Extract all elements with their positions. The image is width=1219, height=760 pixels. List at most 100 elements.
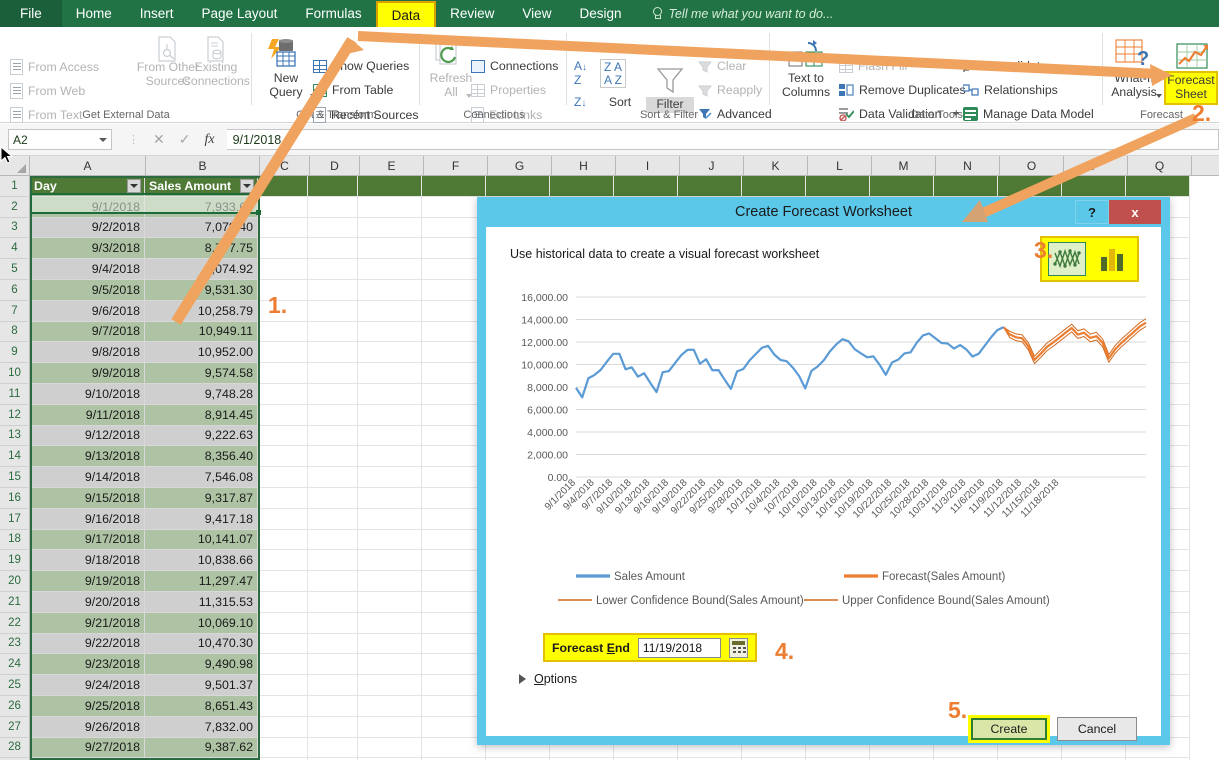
row-header[interactable]: 1	[0, 176, 30, 197]
column-header-J[interactable]: J	[680, 156, 744, 175]
cell-sales-amount[interactable]: 10,069.10	[145, 613, 258, 634]
table-cell[interactable]	[486, 176, 550, 197]
row-header[interactable]: 19	[0, 550, 30, 571]
row-header[interactable]: 22	[0, 613, 30, 634]
table-cell[interactable]	[934, 176, 998, 197]
cell-day[interactable]: 9/22/2018	[30, 634, 145, 655]
table-cell[interactable]	[258, 571, 308, 592]
table-cell[interactable]	[308, 717, 358, 738]
tab-data[interactable]: Data	[376, 1, 437, 27]
table-cell[interactable]	[742, 176, 806, 197]
table-cell[interactable]	[258, 342, 308, 363]
cell-sales-amount[interactable]: 7,933.62	[145, 197, 258, 218]
table-cell[interactable]	[308, 176, 358, 197]
column-header-G[interactable]: G	[488, 156, 552, 175]
name-box[interactable]: A2	[8, 129, 112, 150]
table-cell[interactable]	[358, 634, 422, 655]
cell-day[interactable]: 9/7/2018	[30, 322, 145, 343]
column-header-day[interactable]: Day	[30, 176, 145, 197]
cell-day[interactable]: 9/23/2018	[30, 654, 145, 675]
cell-sales-amount[interactable]: 9,074.92	[145, 259, 258, 280]
table-cell[interactable]	[258, 717, 308, 738]
relationships-button[interactable]: Relationships	[963, 83, 1058, 97]
table-cell[interactable]	[308, 405, 358, 426]
table-cell[interactable]	[358, 238, 422, 259]
cancel-edit-icon[interactable]: ✕	[153, 131, 165, 148]
sort-az-button[interactable]: A↓Z	[574, 59, 587, 87]
row-header[interactable]: 23	[0, 634, 30, 655]
table-cell[interactable]	[308, 363, 358, 384]
column-header-P[interactable]: P	[1064, 156, 1128, 175]
cell-day[interactable]: 9/1/2018	[30, 197, 145, 218]
remove-duplicates-button[interactable]: Remove Duplicates	[839, 83, 966, 97]
table-cell[interactable]	[550, 176, 614, 197]
row-header[interactable]: 8	[0, 322, 30, 343]
sort-za-button[interactable]: Z AA Z	[600, 59, 626, 88]
dialog-title-bar[interactable]: Create Forecast Worksheet	[477, 197, 1170, 227]
existing-connections-button[interactable]: Existing Connections	[176, 60, 256, 88]
cell-day[interactable]: 9/9/2018	[30, 363, 145, 384]
column-header-D[interactable]: D	[310, 156, 360, 175]
column-header-K[interactable]: K	[744, 156, 808, 175]
reapply-button[interactable]: Reapply	[698, 83, 762, 97]
tab-home[interactable]: Home	[62, 0, 126, 27]
cell-day[interactable]: 9/19/2018	[30, 571, 145, 592]
table-cell[interactable]	[308, 488, 358, 509]
calendar-picker-icon[interactable]	[729, 638, 748, 658]
table-cell[interactable]	[308, 197, 358, 218]
table-cell[interactable]	[258, 654, 308, 675]
cell-day[interactable]: 9/6/2018	[30, 301, 145, 322]
row-header[interactable]: 20	[0, 571, 30, 592]
cell-day[interactable]: 9/4/2018	[30, 259, 145, 280]
table-cell[interactable]	[258, 613, 308, 634]
table-cell[interactable]	[308, 592, 358, 613]
cell-sales-amount[interactable]: 7,079.40	[145, 218, 258, 239]
filter-dropdown-icon[interactable]	[127, 179, 141, 193]
table-cell[interactable]	[358, 384, 422, 405]
table-cell[interactable]	[308, 675, 358, 696]
cell-sales-amount[interactable]: 9,501.37	[145, 675, 258, 696]
table-cell[interactable]	[258, 405, 308, 426]
table-cell[interactable]	[358, 342, 422, 363]
table-cell[interactable]	[358, 176, 422, 197]
column-header-sales-amount[interactable]: Sales Amount	[145, 176, 258, 197]
column-header-M[interactable]: M	[872, 156, 936, 175]
sort-za-small-button[interactable]: Z↓	[574, 95, 586, 109]
formula-input[interactable]: 9/1/2018	[227, 129, 1219, 150]
table-cell[interactable]	[358, 571, 422, 592]
column-header-I[interactable]: I	[616, 156, 680, 175]
column-header-N[interactable]: N	[936, 156, 1000, 175]
cell-sales-amount[interactable]: 9,490.98	[145, 654, 258, 675]
clear-button[interactable]: Clear	[698, 59, 746, 73]
row-header[interactable]: 14	[0, 446, 30, 467]
column-header-F[interactable]: F	[424, 156, 488, 175]
cell-day[interactable]: 9/25/2018	[30, 696, 145, 717]
table-cell[interactable]	[358, 322, 422, 343]
cell-sales-amount[interactable]: 10,470.30	[145, 634, 258, 655]
consolidate-button[interactable]: Consolidate	[963, 59, 1047, 73]
row-header[interactable]: 10	[0, 363, 30, 384]
cell-day[interactable]: 9/20/2018	[30, 592, 145, 613]
tab-insert[interactable]: Insert	[126, 0, 188, 27]
table-cell[interactable]	[614, 176, 678, 197]
confirm-edit-icon[interactable]: ✓	[179, 131, 191, 148]
table-cell[interactable]	[308, 342, 358, 363]
row-header[interactable]: 15	[0, 467, 30, 488]
column-header-O[interactable]: O	[1000, 156, 1064, 175]
cell-day[interactable]: 9/3/2018	[30, 238, 145, 259]
table-cell[interactable]	[308, 446, 358, 467]
table-cell[interactable]	[258, 509, 308, 530]
cell-sales-amount[interactable]: 8,356.40	[145, 446, 258, 467]
filter-dropdown-icon[interactable]	[240, 179, 254, 193]
table-cell[interactable]	[308, 280, 358, 301]
what-if-dropdown-caret[interactable]	[1156, 94, 1162, 98]
table-cell[interactable]	[870, 176, 934, 197]
tab-design[interactable]: Design	[565, 0, 635, 27]
table-cell[interactable]	[308, 654, 358, 675]
table-cell[interactable]	[358, 592, 422, 613]
what-if-analysis-button[interactable]: ? What-If Analysis	[1106, 71, 1162, 99]
from-table-button[interactable]: From Table	[313, 83, 393, 97]
cell-day[interactable]: 9/16/2018	[30, 509, 145, 530]
cell-sales-amount[interactable]: 9,748.28	[145, 384, 258, 405]
cell-sales-amount[interactable]: 7,546.08	[145, 467, 258, 488]
